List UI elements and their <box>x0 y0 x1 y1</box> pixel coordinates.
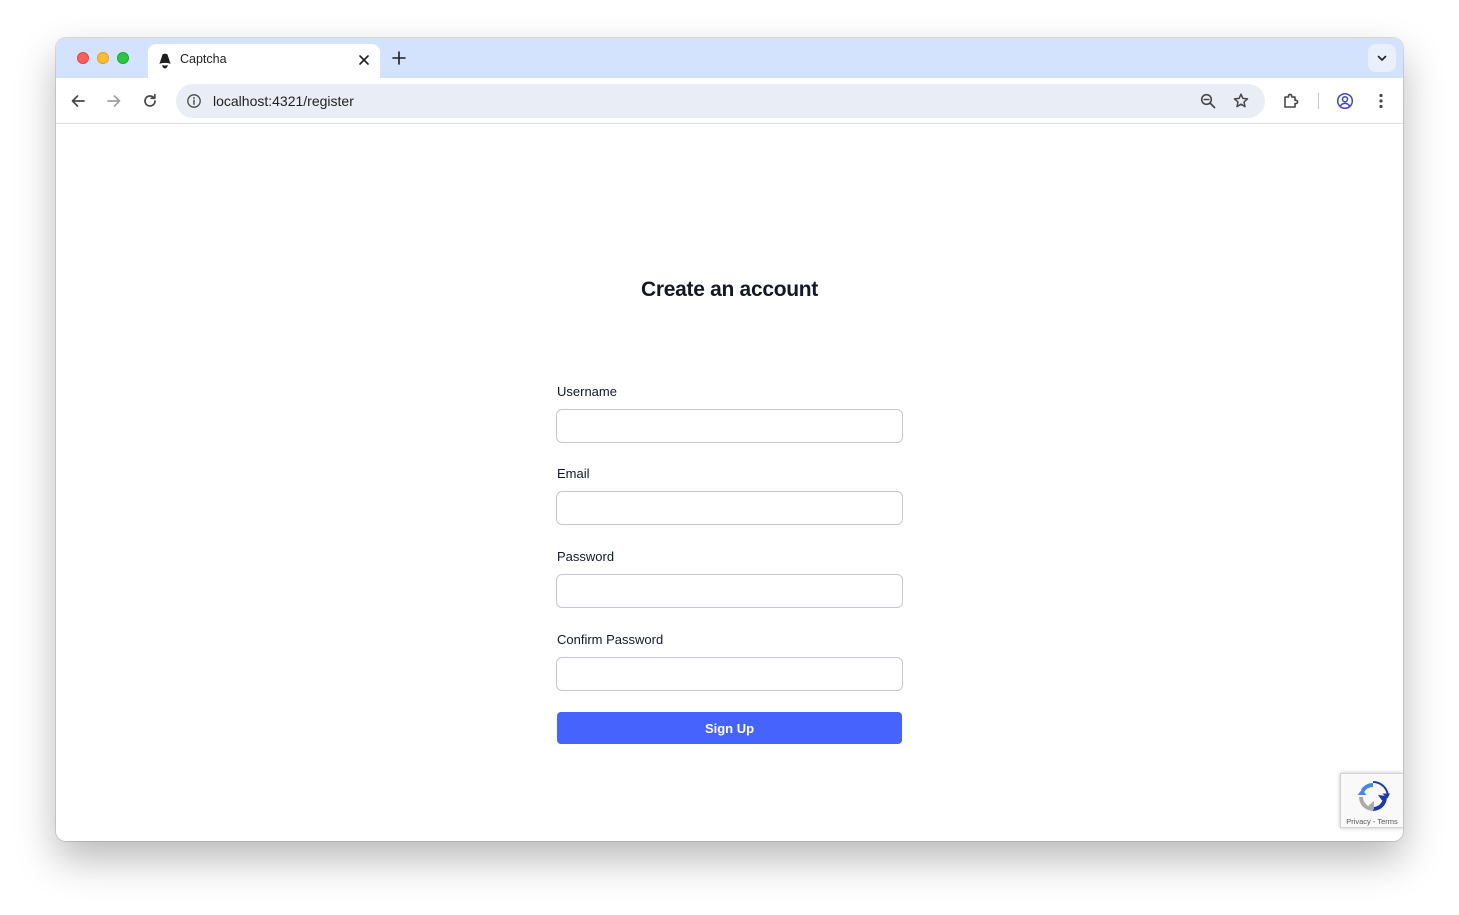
arrow-left-icon[interactable] <box>69 92 87 110</box>
sign-up-button[interactable]: Sign Up <box>557 712 902 744</box>
browser-window: Captcha localhost:4321/register Create a… <box>56 38 1403 841</box>
confirm-password-input[interactable] <box>556 657 903 691</box>
tab-strip: Captcha <box>56 38 1403 78</box>
minimize-window-button[interactable] <box>97 52 109 64</box>
password-label: Password <box>557 549 615 564</box>
recaptcha-badge[interactable]: Privacy - Terms <box>1340 773 1403 828</box>
profile-icon[interactable] <box>1336 92 1354 110</box>
email-input[interactable] <box>556 491 903 525</box>
browser-toolbar: localhost:4321/register <box>56 78 1403 124</box>
close-window-button[interactable] <box>77 52 89 64</box>
tab-search-button[interactable] <box>1368 44 1396 72</box>
tab-title: Captcha <box>180 52 227 66</box>
confirm-password-label: Confirm Password <box>557 632 664 647</box>
username-input[interactable] <box>556 409 903 443</box>
zoom-out-icon[interactable] <box>1199 92 1217 110</box>
address-bar[interactable]: localhost:4321/register <box>176 84 1265 118</box>
arrow-right-icon[interactable] <box>105 92 123 110</box>
recaptcha-terms-link[interactable]: Terms <box>1377 817 1397 826</box>
kebab-menu-icon[interactable] <box>1372 92 1390 110</box>
close-tab-icon[interactable] <box>357 53 371 67</box>
maximize-window-button[interactable] <box>117 52 129 64</box>
chevron-down-icon <box>1377 55 1387 61</box>
email-label: Email <box>557 466 590 481</box>
recaptcha-privacy-link[interactable]: Privacy <box>1346 817 1371 826</box>
username-label: Username <box>557 384 617 399</box>
info-icon[interactable] <box>186 93 202 109</box>
tab-captcha[interactable]: Captcha <box>148 44 380 78</box>
page-content: Create an account Username Email Passwor… <box>56 125 1403 841</box>
new-tab-icon[interactable] <box>391 50 407 66</box>
reload-icon[interactable] <box>141 92 159 110</box>
recaptcha-logo-icon <box>1357 781 1390 811</box>
recaptcha-links: Privacy - Terms <box>1341 817 1403 826</box>
puzzle-icon[interactable] <box>1282 92 1300 110</box>
toolbar-divider <box>1318 93 1319 109</box>
astro-logo-icon <box>159 53 171 69</box>
url-text: localhost:4321/register <box>213 93 354 109</box>
password-input[interactable] <box>556 574 903 608</box>
star-icon[interactable] <box>1232 92 1250 110</box>
page-title: Create an account <box>641 278 818 301</box>
